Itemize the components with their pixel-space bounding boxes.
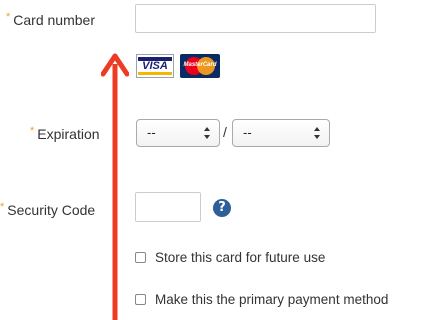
card-number-input[interactable] — [135, 4, 376, 33]
store-card-option[interactable]: Store this card for future use — [135, 250, 325, 265]
required-marker: * — [0, 201, 5, 213]
card-number-label: * Card number — [6, 11, 95, 28]
required-marker: * — [6, 11, 11, 23]
primary-method-checkbox[interactable] — [135, 294, 146, 305]
store-card-checkbox[interactable] — [135, 252, 146, 263]
expiration-month-value: -- — [147, 125, 156, 140]
primary-method-label: Make this the primary payment method — [155, 292, 389, 307]
mastercard-logo-text: MasterCard — [183, 62, 217, 68]
card-number-label-text: Card number — [13, 12, 95, 28]
security-code-label: * Security Code — [0, 201, 96, 218]
visa-logo-text: VISA — [142, 60, 168, 72]
annotation-up-arrow-icon — [101, 53, 129, 320]
primary-method-option[interactable]: Make this the primary payment method — [135, 292, 388, 307]
help-question-icon[interactable]: ? — [213, 199, 231, 217]
expiration-month-select[interactable]: -- — [136, 119, 220, 147]
expiration-year-select[interactable]: -- — [232, 119, 330, 147]
expiration-separator: / — [223, 124, 227, 140]
expiration-label: * Expiration — [30, 125, 100, 142]
expiration-label-text: Expiration — [37, 126, 100, 142]
visa-card-icon: VISA — [136, 54, 174, 78]
required-marker: * — [30, 125, 35, 137]
select-arrows-icon — [314, 127, 320, 139]
store-card-label: Store this card for future use — [155, 250, 326, 265]
security-code-label-text: Security Code — [7, 202, 96, 218]
select-arrows-icon — [204, 127, 210, 139]
security-code-input[interactable] — [135, 192, 201, 222]
mastercard-card-icon: MasterCard — [180, 54, 220, 78]
expiration-year-value: -- — [243, 125, 252, 140]
